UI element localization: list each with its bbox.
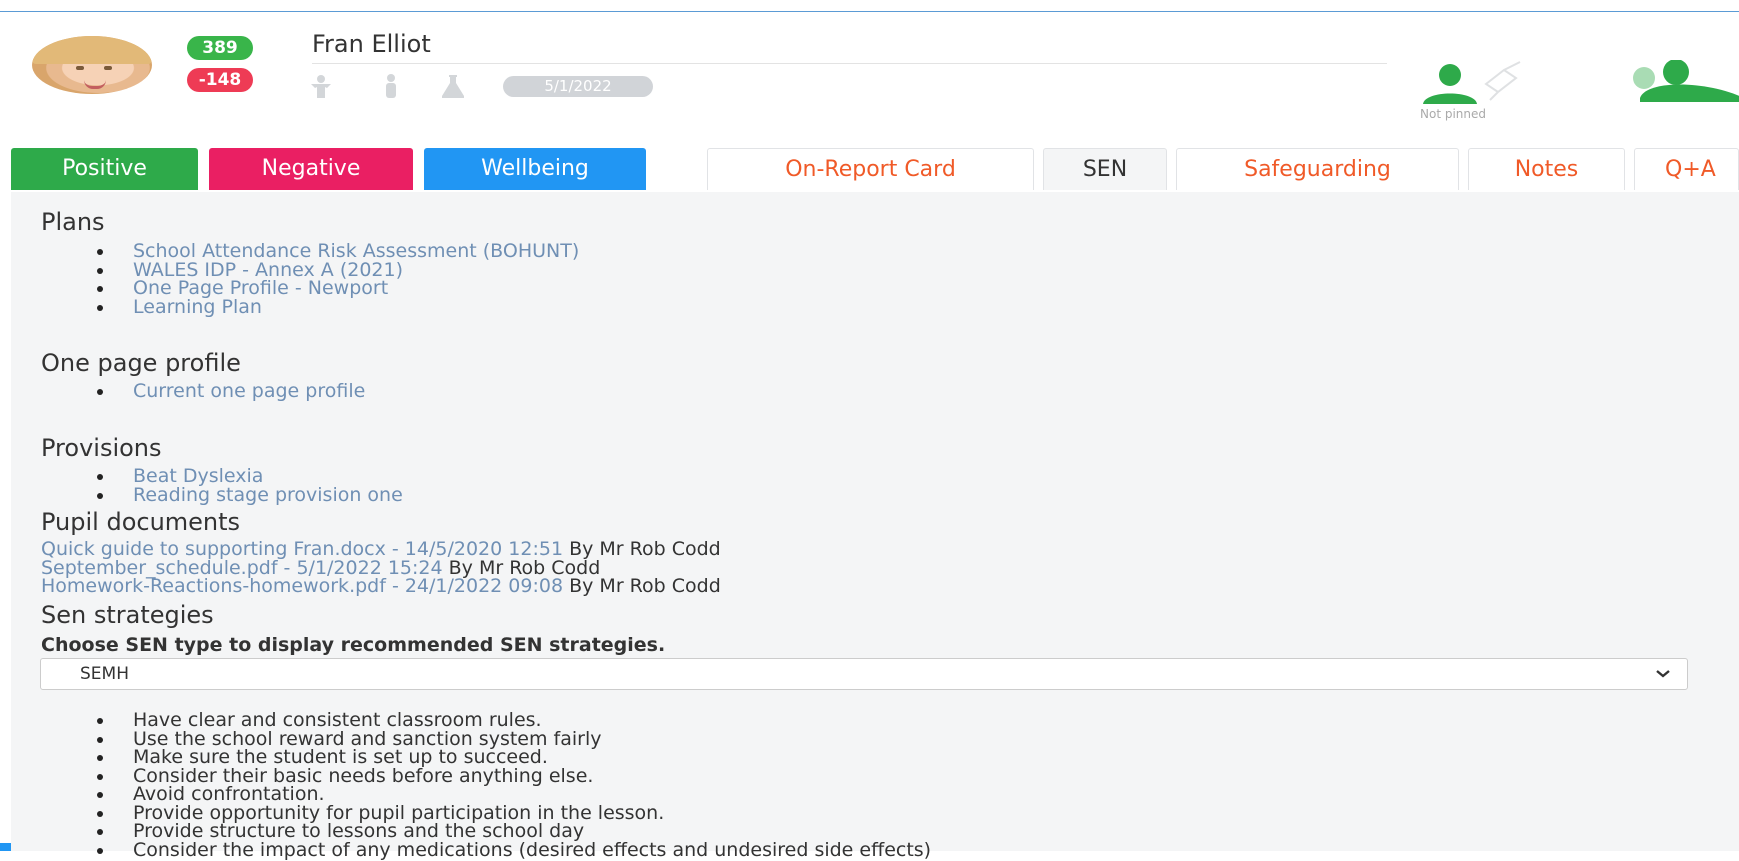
- tab-sen[interactable]: SEN: [1043, 148, 1167, 190]
- provisions-heading: Provisions: [41, 434, 162, 462]
- group-icon[interactable]: [1594, 59, 1739, 110]
- plans-heading: Plans: [41, 208, 105, 236]
- strategy-item: Make sure the student is set up to succe…: [0, 748, 931, 767]
- sen-type-select[interactable]: SEMH: [40, 658, 1688, 690]
- strategy-item: Provide structure to lessons and the sch…: [0, 822, 931, 841]
- strategy-item: Have clear and consistent classroom rule…: [0, 711, 931, 730]
- plan-item[interactable]: One Page Profile - Newport: [0, 279, 579, 298]
- sen-type-prompt: Choose SEN type to display recommended S…: [41, 634, 666, 656]
- top-divider: [0, 11, 1739, 12]
- tab-qa[interactable]: Q+A: [1634, 148, 1739, 190]
- one-page-profile-link[interactable]: Current one page profile: [0, 382, 365, 401]
- tab-notes[interactable]: Notes: [1468, 148, 1625, 190]
- provision-item[interactable]: Reading stage provision one: [0, 485, 403, 504]
- pupil-name: Fran Elliot: [312, 30, 431, 58]
- pin-user-icon: [1423, 61, 1521, 104]
- provisions-list: Beat Dyslexia Reading stage provision on…: [0, 467, 403, 504]
- sen-strategies-list: Have clear and consistent classroom rule…: [0, 711, 931, 859]
- pupil-icon: [378, 74, 404, 98]
- tab-on-report-card[interactable]: On-Report Card: [707, 148, 1034, 190]
- tab-positive[interactable]: Positive: [11, 148, 198, 190]
- document-link[interactable]: Homework-Reactions-homework.pdf - 24/1/2…: [41, 575, 563, 597]
- name-divider: [312, 63, 1387, 64]
- chevron-down-icon: [1656, 670, 1670, 678]
- one-page-profile-heading: One page profile: [41, 349, 241, 377]
- flask-icon: [440, 74, 466, 98]
- document-row[interactable]: Homework-Reactions-homework.pdf - 24/1/2…: [41, 575, 721, 597]
- document-author: By Mr Rob Codd: [563, 575, 721, 597]
- negative-score-badge: -148: [187, 68, 253, 92]
- sen-type-value: SEMH: [80, 664, 129, 684]
- person-icon: [308, 74, 334, 98]
- left-accent-strip: [0, 843, 11, 851]
- tab-wellbeing[interactable]: Wellbeing: [424, 148, 646, 190]
- pin-toggle[interactable]: Not pinned: [1420, 60, 1540, 126]
- pupil-avatar[interactable]: [32, 36, 152, 94]
- pupil-documents-heading: Pupil documents: [41, 508, 241, 536]
- tab-negative[interactable]: Negative: [209, 148, 413, 190]
- strategy-item: Avoid confrontation.: [0, 785, 931, 804]
- pin-status-label: Not pinned: [1420, 107, 1486, 121]
- one-page-profile-list: Current one page profile: [0, 382, 365, 401]
- strategy-item: Consider the impact of any medications (…: [0, 840, 931, 860]
- sen-strategies-heading: Sen strategies: [41, 601, 214, 629]
- tab-bar: Positive Negative Wellbeing On-Report Ca…: [0, 148, 1739, 192]
- date-badge: 5/1/2022: [503, 76, 653, 97]
- plan-item[interactable]: Learning Plan: [0, 297, 579, 316]
- positive-score-badge: 389: [187, 36, 253, 60]
- tab-safeguarding[interactable]: Safeguarding: [1176, 148, 1459, 190]
- plans-list: School Attendance Risk Assessment (BOHUN…: [0, 242, 579, 316]
